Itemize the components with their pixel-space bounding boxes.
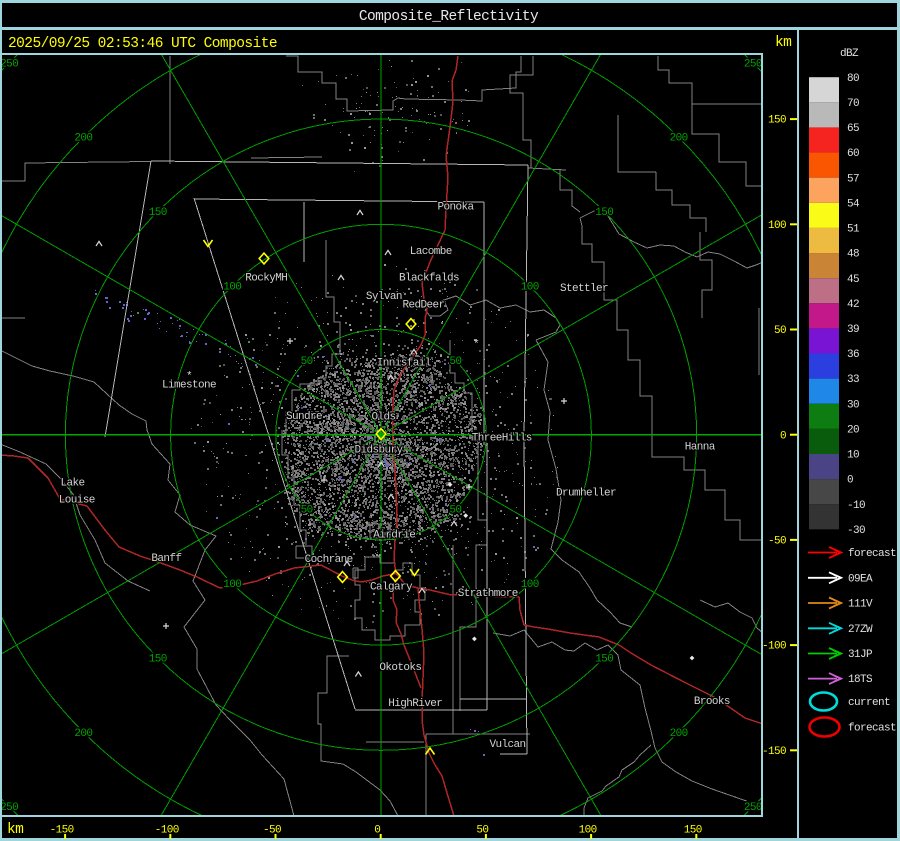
svg-text:250: 250	[744, 802, 762, 814]
svg-text:30: 30	[847, 399, 859, 411]
svg-text:10: 10	[847, 450, 859, 462]
svg-text:km: km	[7, 822, 23, 838]
svg-text:250: 250	[0, 58, 18, 70]
svg-text:42: 42	[847, 299, 859, 311]
svg-text:50: 50	[301, 505, 313, 517]
svg-text:0: 0	[847, 475, 853, 487]
svg-text:Brooks: Brooks	[694, 696, 730, 708]
svg-text:Okotoks: Okotoks	[379, 662, 421, 674]
svg-text:-100: -100	[155, 825, 179, 837]
svg-text:31JP: 31JP	[848, 649, 873, 661]
svg-text:200: 200	[670, 133, 688, 145]
svg-text:60: 60	[847, 148, 859, 160]
svg-text:250: 250	[744, 58, 762, 70]
svg-text:-10: -10	[847, 500, 865, 512]
svg-text:Ponoka: Ponoka	[438, 202, 475, 214]
svg-text:Airdrie: Airdrie	[373, 530, 415, 542]
svg-text:-100: -100	[762, 641, 786, 653]
svg-text:ThreeHills: ThreeHills	[472, 433, 532, 445]
svg-text:100: 100	[521, 282, 539, 294]
svg-text:Sylvan: Sylvan	[366, 291, 402, 303]
svg-text:45: 45	[847, 274, 859, 286]
svg-text:33: 33	[847, 374, 859, 386]
svg-text:Stettler: Stettler	[560, 283, 608, 295]
svg-text:100: 100	[579, 825, 597, 837]
svg-text:200: 200	[74, 133, 92, 145]
svg-text:150: 150	[768, 115, 786, 127]
svg-text:Innisfail: Innisfail	[377, 358, 431, 370]
svg-text:Didsbury: Didsbury	[355, 445, 404, 457]
svg-text:-50: -50	[768, 536, 786, 548]
svg-text:18TS: 18TS	[848, 674, 873, 686]
svg-text:Calgary: Calgary	[370, 582, 413, 594]
svg-text:Louise: Louise	[59, 495, 95, 507]
svg-text:150: 150	[149, 654, 167, 666]
svg-text:51: 51	[847, 224, 860, 236]
svg-text:200: 200	[74, 728, 92, 740]
svg-text:Olds: Olds	[372, 412, 396, 424]
svg-text:54: 54	[847, 198, 860, 210]
svg-text:Drumheller: Drumheller	[556, 488, 616, 500]
svg-text:Composite_Reflectivity: Composite_Reflectivity	[359, 9, 539, 25]
svg-text:0: 0	[780, 430, 786, 442]
svg-text:48: 48	[847, 249, 859, 261]
svg-text:100: 100	[768, 220, 786, 232]
svg-text:57: 57	[847, 173, 859, 185]
svg-text:Lake: Lake	[61, 478, 85, 490]
svg-text:200: 200	[670, 728, 688, 740]
svg-text:150: 150	[595, 654, 613, 666]
svg-text:Blackfalds: Blackfalds	[399, 273, 459, 285]
svg-text:150: 150	[595, 207, 613, 219]
svg-text:-150: -150	[50, 825, 74, 837]
svg-text:50: 50	[476, 825, 488, 837]
svg-text:111V: 111V	[848, 599, 873, 611]
svg-text:*: *	[186, 371, 192, 383]
svg-text:50: 50	[774, 325, 786, 337]
svg-text:-150: -150	[762, 746, 786, 758]
svg-text:dBZ: dBZ	[840, 48, 859, 60]
svg-text:09EA: 09EA	[848, 573, 873, 585]
svg-text:Banff: Banff	[151, 553, 181, 565]
svg-text:36: 36	[847, 349, 859, 361]
svg-text:Vulcan: Vulcan	[490, 739, 526, 751]
svg-text:70: 70	[847, 98, 859, 110]
svg-text:150: 150	[684, 825, 702, 837]
svg-text:HighRiver: HighRiver	[388, 698, 442, 710]
svg-text:Hanna: Hanna	[685, 442, 716, 454]
svg-text:Strathmore: Strathmore	[458, 588, 518, 600]
svg-text:km: km	[775, 35, 791, 51]
svg-text:-30: -30	[847, 525, 865, 537]
svg-text:150: 150	[149, 207, 167, 219]
svg-text:250: 250	[0, 802, 18, 814]
svg-text:80: 80	[847, 73, 859, 85]
svg-text:*: *	[473, 339, 479, 351]
svg-text:50: 50	[449, 356, 461, 368]
svg-text:50: 50	[301, 356, 313, 368]
svg-text:39: 39	[847, 324, 859, 336]
svg-text:2025/09/25 02:53:46 UTC Compos: 2025/09/25 02:53:46 UTC Composite	[8, 36, 277, 52]
svg-text:50: 50	[449, 505, 461, 517]
svg-text:100: 100	[223, 282, 241, 294]
svg-text:current: current	[848, 697, 890, 709]
svg-text:100: 100	[521, 579, 539, 591]
svg-text:forecast: forecast	[848, 723, 896, 735]
svg-text:Sundre: Sundre	[286, 411, 322, 423]
svg-text:-50: -50	[263, 825, 281, 837]
svg-text:Lacombe: Lacombe	[410, 246, 452, 258]
svg-text:RedDeer: RedDeer	[403, 300, 445, 312]
svg-text:0: 0	[374, 825, 380, 837]
svg-text:27ZW: 27ZW	[848, 624, 873, 636]
svg-text:RockyMH: RockyMH	[245, 273, 287, 285]
svg-text:20: 20	[847, 424, 859, 436]
svg-text:100: 100	[223, 579, 241, 591]
svg-text:65: 65	[847, 123, 859, 135]
svg-text:forecast: forecast	[848, 548, 896, 560]
